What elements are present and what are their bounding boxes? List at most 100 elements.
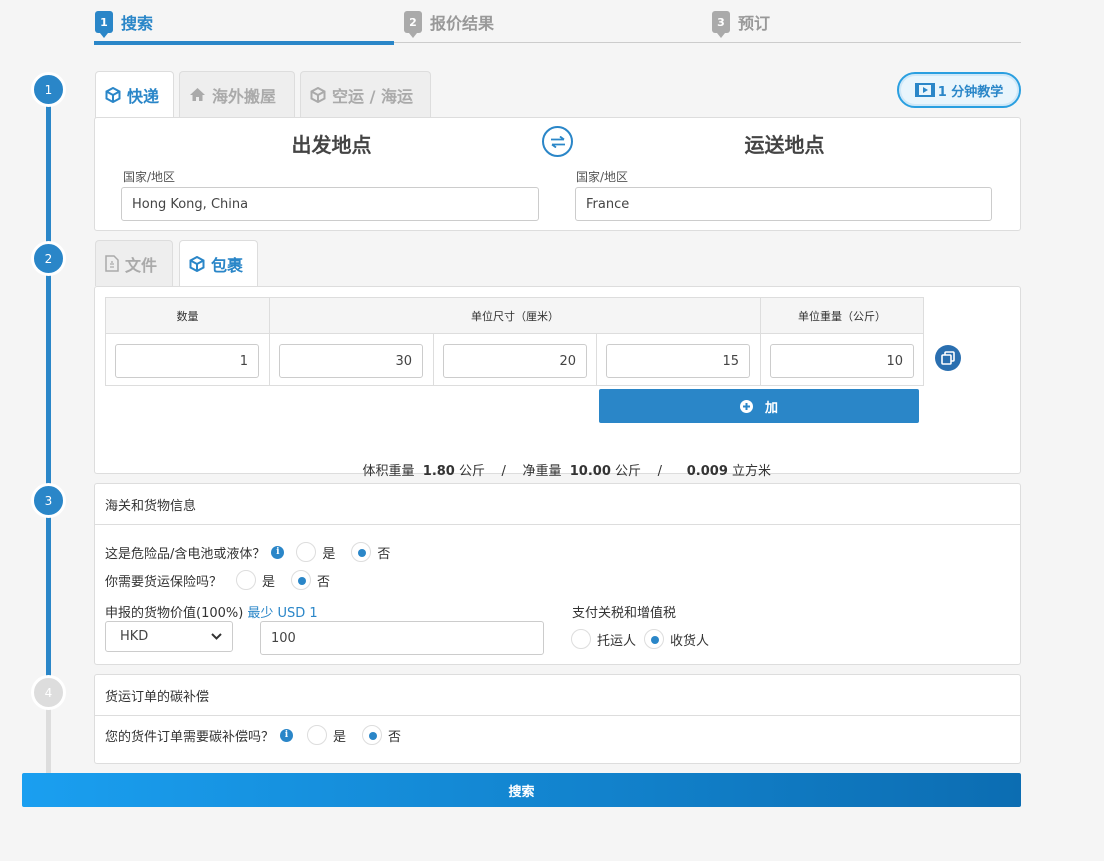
rail-step-1: 1 [31, 72, 66, 107]
cube-icon [189, 256, 205, 272]
tab-parcel[interactable]: 包裹 [179, 240, 258, 287]
step-booking: 3 预订 [712, 10, 770, 38]
destination-field-label: 国家/地区 [576, 170, 629, 184]
consignee-radio[interactable] [644, 629, 665, 649]
table-row: 1 30 20 15 10 [105, 333, 924, 386]
info-icon[interactable]: i [280, 728, 294, 742]
dangerous-goods-question: 这是危险品/含电池或液体？ [105, 546, 266, 562]
tab-label: 文件 [125, 255, 158, 275]
origin-field-label: 国家/地区 [123, 170, 176, 184]
step-label: 报价结果 [430, 14, 495, 33]
carbon-question: 您的货件订单需要碳补偿吗？ [105, 729, 275, 745]
document-icon [105, 255, 119, 272]
rail-step-4: 4 [31, 675, 66, 710]
add-label: 加 [764, 400, 778, 416]
carbon-row: 您的货件订单需要碳补偿吗？ i 是 否 [105, 725, 401, 745]
step-progress-bar [94, 41, 394, 45]
dangerous-no-radio[interactable] [351, 542, 372, 562]
carbon-no-radio[interactable] [362, 725, 383, 745]
declared-value-label: 申报的货物价值(100%) [105, 606, 244, 621]
step-number: 3 [712, 11, 730, 38]
customs-title: 海关和货物信息 [95, 484, 1020, 525]
step-number: 1 [95, 11, 113, 38]
radio-label: 托运人 [597, 633, 637, 649]
width-input[interactable]: 20 [443, 344, 587, 378]
destination-country-input[interactable]: France [575, 187, 992, 221]
radio-label: 否 [388, 729, 402, 745]
tab-label: 快递 [127, 87, 160, 106]
search-button-label: 搜索 [508, 784, 535, 800]
net-weight-label: 净重量 [522, 464, 562, 479]
radio-label: 否 [377, 546, 391, 562]
copy-row-button[interactable] [935, 345, 961, 371]
swap-button[interactable] [542, 126, 573, 157]
tab-label: 包裹 [211, 256, 244, 275]
radio-label: 是 [333, 729, 347, 745]
qty-header: 数量 [105, 297, 270, 334]
cube-icon [105, 87, 121, 103]
dangerous-yes-radio[interactable] [296, 542, 317, 562]
tab-air-sea[interactable]: 空运 / 海运 [300, 71, 431, 117]
weight-input[interactable]: 10 [770, 344, 914, 378]
origin-title: 出发地点 [291, 133, 372, 157]
package-panel: 数量 单位尺寸（厘米） 单位重量（公斤） 1 30 20 15 10 加 体积重… [94, 286, 1021, 479]
plus-circle-icon [739, 399, 753, 413]
radio-label: 否 [317, 574, 331, 590]
vol-weight-unit: 公斤 [459, 464, 486, 479]
tab-express[interactable]: 快递 [95, 71, 174, 118]
cube-icon [310, 86, 326, 103]
radio-label: 是 [322, 546, 336, 562]
radio-label: 收货人 [670, 633, 710, 649]
insurance-row: 你需要货运保险吗？ 是 否 [105, 570, 330, 590]
carbon-panel: 货运订单的碳补偿 您的货件订单需要碳补偿吗？ i 是 否 [94, 674, 1021, 764]
tab-label: 海外搬屋 [212, 86, 277, 106]
tutorial-label: 1 分钟教学 [937, 84, 1004, 100]
carbon-title: 货运订单的碳补偿 [95, 675, 1020, 716]
length-input[interactable]: 30 [279, 344, 423, 378]
step-quote: 2 报价结果 [404, 10, 495, 38]
step-search: 1 搜索 [95, 10, 154, 38]
info-icon[interactable]: i [271, 545, 285, 559]
step-label: 搜索 [121, 14, 154, 33]
weight-header: 单位重量（公斤） [760, 297, 924, 334]
search-button[interactable]: 搜索 [22, 773, 1021, 807]
tutorial-button[interactable]: 1 分钟教学 [897, 72, 1021, 108]
dangerous-goods-row: 这是危险品/含电池或液体？ i 是 否 [105, 542, 390, 562]
add-package-button[interactable]: 加 [599, 389, 919, 423]
summary-separator: / [657, 464, 662, 479]
declared-value-label-row: 申报的货物价值(100%) 最少 USD 1 [105, 602, 318, 621]
origin-country-input[interactable]: Hong Kong, China [121, 187, 539, 221]
insurance-yes-radio[interactable] [236, 570, 257, 590]
cbm-value: 0.009 [686, 464, 728, 479]
min-value-note: 最少 USD 1 [247, 606, 318, 621]
carbon-yes-radio[interactable] [307, 725, 328, 745]
destination-title: 运送地点 [744, 133, 825, 157]
shipper-radio[interactable] [571, 629, 591, 649]
vol-weight-label: 体积重量 [362, 464, 415, 479]
rail-step-3: 3 [31, 483, 66, 518]
swap-icon [550, 135, 565, 148]
currency-select[interactable]: HKD [105, 621, 233, 652]
tab-label: 空运 / 海运 [332, 86, 413, 106]
film-icon [914, 83, 935, 97]
insurance-no-radio[interactable] [291, 570, 312, 590]
declared-value-input[interactable]: 100 [260, 621, 544, 655]
copy-icon [941, 351, 955, 365]
tab-overseas-moving[interactable]: 海外搬屋 [179, 71, 295, 117]
route-panel: 出发地点 运送地点 国家/地区 Hong Kong, China 国家/地区 F… [94, 117, 1021, 231]
tax-label: 支付关税和增值税 [572, 606, 677, 621]
progress-rail [46, 90, 51, 680]
cbm-unit: 立方米 [732, 464, 772, 479]
currency-value: HKD [120, 629, 149, 644]
customs-panel: 海关和货物信息 这是危险品/含电池或液体？ i 是 否 你需要货运保险吗？ 是 … [94, 483, 1021, 665]
tax-payer-row: 托运人 收货人 [571, 629, 709, 649]
vol-weight-value: 1.80 [422, 464, 455, 479]
height-input[interactable]: 15 [606, 344, 750, 378]
qty-input[interactable]: 1 [115, 344, 259, 378]
package-table: 数量 单位尺寸（厘米） 单位重量（公斤） 1 30 20 15 10 [105, 297, 924, 386]
net-weight-value: 10.00 [569, 464, 611, 479]
insurance-question: 你需要货运保险吗？ [105, 574, 223, 590]
chevron-down-icon [211, 633, 222, 640]
dims-header: 单位尺寸（厘米） [269, 297, 761, 334]
tab-document[interactable]: 文件 [95, 240, 173, 286]
